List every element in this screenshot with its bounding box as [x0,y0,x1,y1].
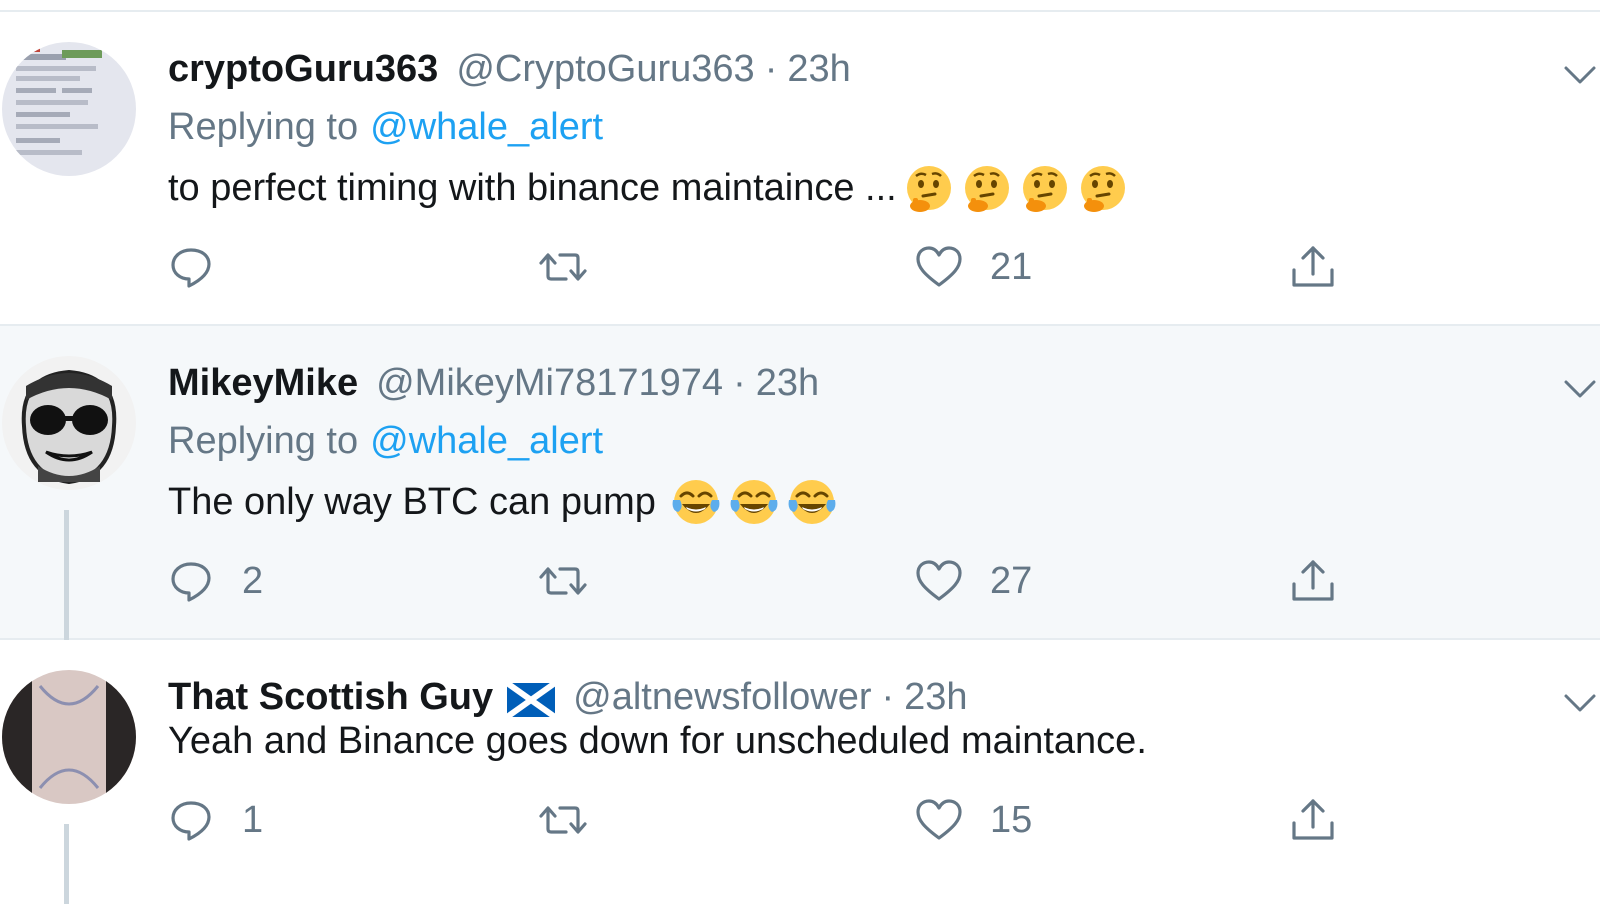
like-button[interactable]: 15 [914,790,1032,850]
replying-to: Replying to @whale_alert [168,102,603,152]
retweet-button[interactable] [538,790,614,850]
share-button[interactable] [1288,551,1338,611]
thinking-face-emoji-icon [903,162,955,214]
mention-link[interactable]: @whale_alert [370,420,603,462]
reply-count: 2 [242,559,264,602]
tweet-body: Yeah and Binance goes down for unschedul… [168,720,1147,762]
tweet-header: That Scottish Guy @altnewsfollower · 23h [168,672,968,722]
retweet-icon [539,806,587,834]
separator-dot: · [733,362,746,404]
replying-to: Replying to @whale_alert [168,416,603,466]
timestamp[interactable]: 23h [787,44,850,94]
retweet-icon [539,253,587,281]
share-button[interactable] [1288,237,1338,297]
timestamp[interactable]: 23h [756,358,819,408]
tweet-text: Yeah and Binance goes down for unschedul… [168,716,1147,766]
reply-button[interactable]: 2 [166,551,263,611]
display-name[interactable]: That Scottish Guy [168,672,493,722]
tears-of-joy-emoji-icon [728,476,780,528]
tweet-reply[interactable]: cryptoGuru363 @CryptoGuru363 · 23h Reply… [0,12,1600,326]
user-handle[interactable]: @altnewsfollower [573,672,871,722]
user-handle[interactable]: @MikeyMi78171974 [376,358,723,408]
share-icon [1292,560,1334,601]
like-count: 27 [990,559,1033,602]
tweet-body: The only way BTC can pump [168,481,656,523]
thinking-face-emoji-icon [1077,162,1129,214]
separator-dot: · [764,48,778,90]
heart-icon [916,246,962,287]
tweet-text: to perfect timing with binance maintainc… [168,162,1129,214]
avatar-image [2,356,136,490]
retweet-icon [539,567,587,595]
avatar-image [2,670,136,804]
mention-link[interactable]: @whale_alert [370,106,603,148]
retweet-button[interactable] [538,551,614,611]
tweet-text: The only way BTC can pump [168,476,838,528]
scotland-flag-icon [505,680,557,720]
avatar[interactable] [2,670,136,804]
replying-label: Replying to [168,106,359,148]
like-count: 15 [990,798,1033,841]
tweet-header: cryptoGuru363 @CryptoGuru363 · 23h [168,44,851,94]
tweet-reply[interactable]: That Scottish Guy @altnewsfollower · 23h… [0,640,1600,904]
tweet-reply[interactable]: MikeyMike @MikeyMi78171974 · 23h Replyin… [0,326,1600,642]
display-name[interactable]: MikeyMike [168,358,358,408]
tweet-body: to perfect timing with binance maintainc… [168,167,897,209]
share-icon [1292,799,1334,840]
retweet-button[interactable] [538,237,614,297]
reply-icon [171,801,211,841]
reply-button[interactable]: 1 [166,790,263,850]
tweet-actions: 2 27 [0,551,1600,611]
avatar[interactable] [2,42,136,176]
chevron-down-icon[interactable] [1560,54,1600,94]
like-count: 21 [990,245,1033,288]
tears-of-joy-emoji-icon [670,476,722,528]
tweet-actions: 21 [0,237,1600,297]
avatar[interactable] [2,356,136,490]
like-button[interactable]: 27 [914,551,1032,611]
reply-button[interactable] [166,237,242,297]
reply-count: 1 [242,798,264,841]
timestamp[interactable]: 23h [904,672,967,722]
share-button[interactable] [1288,790,1338,850]
share-icon [1292,246,1334,287]
heart-icon [916,560,962,601]
separator-dot: · [881,676,895,718]
chevron-down-icon[interactable] [1560,682,1600,722]
thinking-face-emoji-icon [961,162,1013,214]
top-divider [0,0,1600,12]
avatar-image [2,42,136,176]
like-button[interactable]: 21 [914,237,1032,297]
thinking-face-emoji-icon [1019,162,1071,214]
user-handle[interactable]: @CryptoGuru363 [456,44,754,94]
tweet-header: MikeyMike @MikeyMi78171974 · 23h [168,358,819,408]
display-name[interactable]: cryptoGuru363 [168,44,438,94]
chevron-down-icon[interactable] [1560,368,1600,408]
replying-label: Replying to [168,420,359,462]
tears-of-joy-emoji-icon [786,476,838,528]
reply-icon [171,248,211,288]
reply-icon [171,562,211,602]
heart-icon [916,799,962,840]
tweet-actions: 1 15 [0,790,1600,850]
